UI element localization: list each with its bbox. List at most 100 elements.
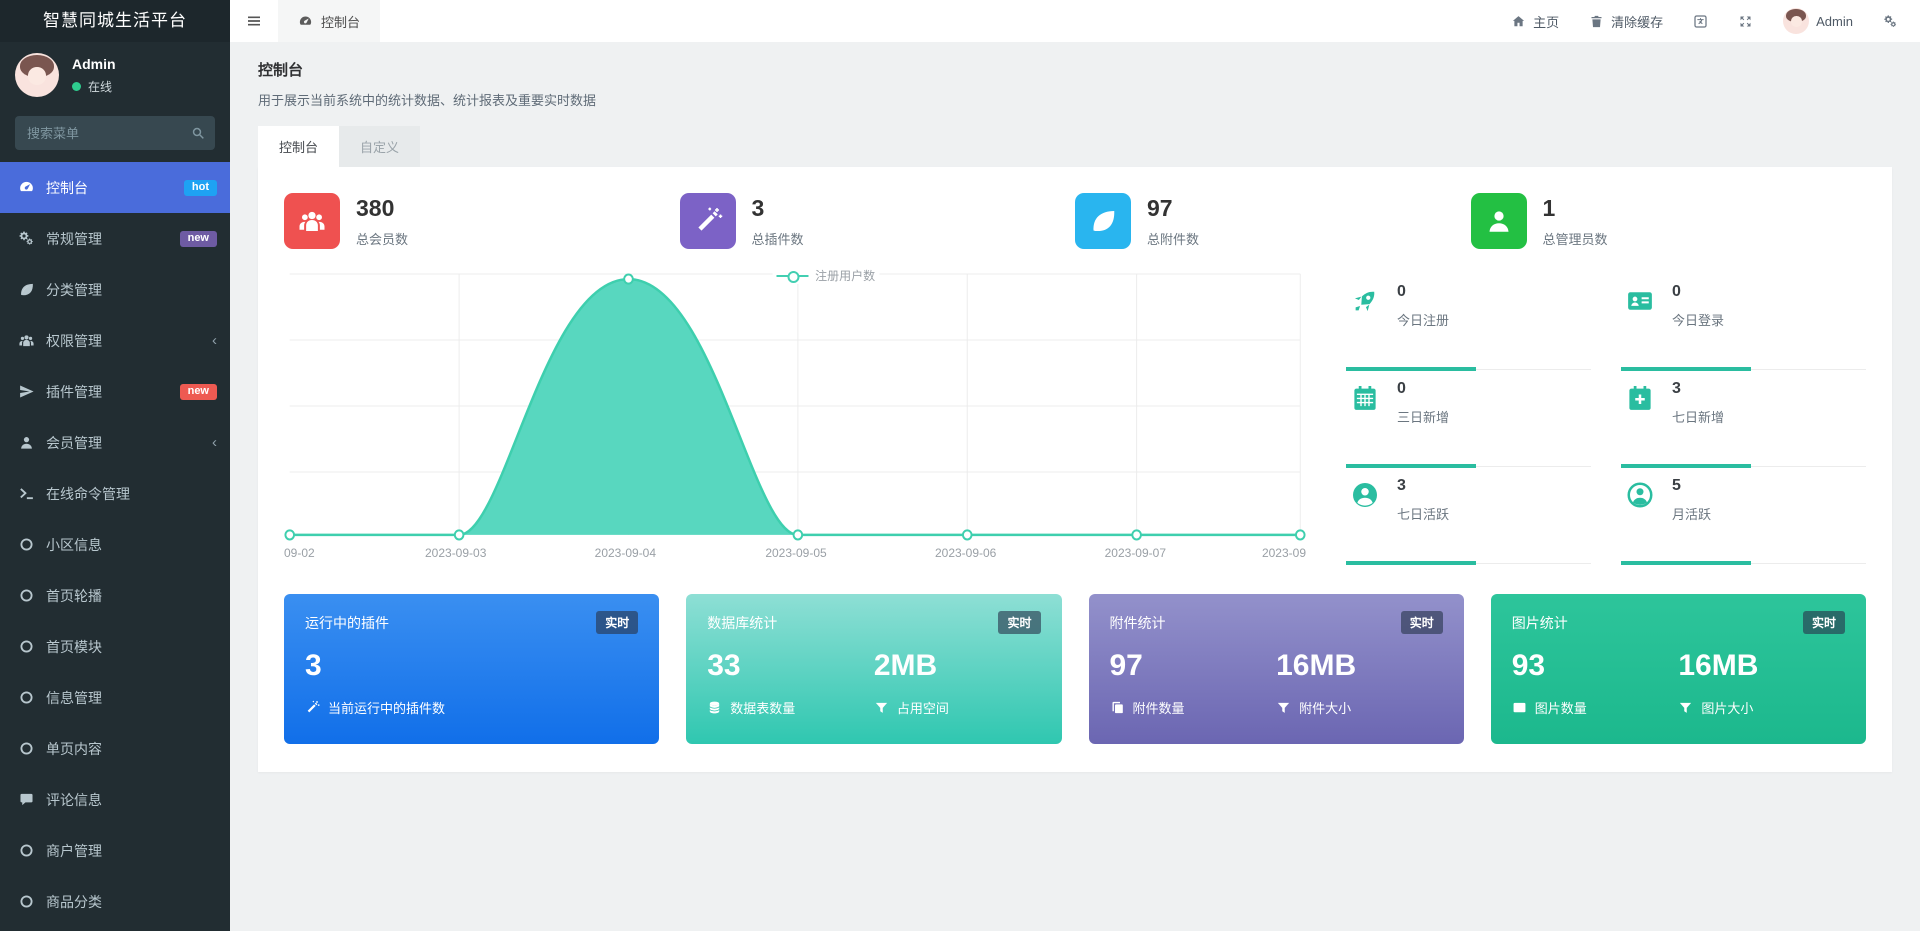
sidebar-item-home-modules[interactable]: 首页模块 [0,621,230,672]
card-value-label: 当前运行中的插件数 [328,698,445,717]
sidebar-search [15,116,215,150]
card-running-plugins: 运行中的插件 实时 3 当前运行中的插件数 [284,594,659,744]
sidebar-item-label: 小区信息 [46,535,102,555]
stat-label: 总附件数 [1147,229,1199,248]
user-menu[interactable]: Admin [1783,8,1853,34]
search-input[interactable] [15,116,215,150]
chart-legend[interactable]: 注册用户数 [772,267,879,284]
card-value-label: 数据表数量 [730,698,795,717]
app-title: 智慧同城生活平台 [0,0,230,42]
sidebar-item-community-info[interactable]: 小区信息 [0,519,230,570]
chevron-left-icon: ‹ [212,332,217,349]
leaf-icon [18,281,35,298]
sidebar-item-comment-info[interactable]: 评论信息 [0,774,230,825]
sidebar-item-label: 信息管理 [46,688,102,708]
sidebar: 智慧同城生活平台 Admin 在线 控制台 hot 常规管理 new 分类管理 [0,0,230,931]
sidebar-item-category-management[interactable]: 分类管理 [0,264,230,315]
realtime-badge: 实时 [998,611,1040,634]
search-icon[interactable] [190,125,206,141]
tile-value: 3 [1397,477,1449,495]
settings-gears-icon [1883,14,1898,29]
card-value-label: 图片大小 [1701,698,1753,717]
language-button[interactable] [1693,14,1708,29]
stat-label: 总会员数 [356,229,408,248]
tile-label: 月活跃 [1672,504,1711,523]
tile-value: 0 [1397,380,1449,398]
user-icon [18,434,35,451]
tab-label: 控制台 [321,12,360,31]
user-status: 在线 [72,78,116,95]
card-value: 3 [305,649,638,683]
home-link[interactable]: 主页 [1511,12,1559,31]
sidebar-item-label: 首页模块 [46,637,102,657]
x-tick: 2023-09-06 [935,546,996,560]
sidebar-nav: 控制台 hot 常规管理 new 分类管理 权限管理 ‹ 插件管理 new 会员… [0,162,230,927]
image-icon [1512,700,1527,715]
fullscreen-icon [1738,14,1753,29]
tile-today-logins: 0 今日登录 [1621,273,1866,370]
fullscreen-button[interactable] [1738,14,1753,29]
x-tick: 2023-09-07 [1105,546,1166,560]
clear-cache-button[interactable]: 清除缓存 [1589,12,1663,31]
registered-users-chart: 注册用户数 [284,273,1306,564]
sidebar-item-merchant-management[interactable]: 商户管理 [0,825,230,876]
calendar-icon [1350,380,1382,426]
card-value-label: 附件数量 [1133,698,1185,717]
sidebar-item-label: 权限管理 [46,331,102,351]
sidebar-item-label: 控制台 [46,178,88,198]
card-value: 33 [707,649,874,683]
stat-value: 97 [1147,195,1199,222]
tile-seven-day-new: 3 七日新增 [1621,370,1866,467]
sidebar-item-product-category[interactable]: 商品分类 [0,876,230,927]
avatar[interactable] [15,53,59,97]
realtime-badge: 实时 [596,611,638,634]
funnel-icon [874,700,889,715]
tile-today-registered: 0 今日注册 [1346,273,1591,370]
sidebar-item-label: 商品分类 [46,892,102,912]
dashboard-panel: 380 总会员数 3 总插件数 97 总附件数 [258,167,1892,772]
hamburger-menu-icon[interactable] [230,0,278,42]
sidebar-item-online-command[interactable]: 在线命令管理 [0,468,230,519]
stats-row: 380 总会员数 3 总插件数 97 总附件数 [284,193,1866,249]
tile-seven-day-active: 3 七日活跃 [1346,467,1591,564]
new-badge: new [180,384,217,400]
sidebar-item-general-management[interactable]: 常规管理 new [0,213,230,264]
rocket-icon [1350,283,1382,329]
stat-value: 3 [752,195,804,222]
sidebar-item-info-management[interactable]: 信息管理 [0,672,230,723]
realtime-badge: 实时 [1803,611,1845,634]
stat-label: 总插件数 [752,229,804,248]
content-tabs: 控制台 自定义 [258,126,1892,167]
avatar [1783,8,1809,34]
user-panel: Admin 在线 [0,42,230,108]
settings-button[interactable] [1883,14,1898,29]
username-label: Admin [1816,14,1853,29]
circle-icon [18,740,35,757]
comment-icon [18,791,35,808]
sidebar-item-label: 分类管理 [46,280,102,300]
database-icon [707,700,722,715]
sidebar-item-label: 插件管理 [46,382,102,402]
clear-cache-label: 清除缓存 [1611,12,1663,31]
sidebar-item-member-management[interactable]: 会员管理 ‹ [0,417,230,468]
x-tick: 09-02 [284,546,315,560]
stat-total-members: 380 总会员数 [284,193,680,249]
realtime-badge: 实时 [1401,611,1443,634]
id-card-icon [1625,283,1657,329]
sidebar-item-permission-management[interactable]: 权限管理 ‹ [0,315,230,366]
chevron-left-icon: ‹ [212,434,217,451]
sidebar-item-label: 会员管理 [46,433,102,453]
sidebar-item-dashboard[interactable]: 控制台 hot [0,162,230,213]
sidebar-item-plugin-management[interactable]: 插件管理 new [0,366,230,417]
circle-icon [18,842,35,859]
sidebar-item-single-page-content[interactable]: 单页内容 [0,723,230,774]
tab-custom[interactable]: 自定义 [339,126,420,167]
circle-icon [18,587,35,604]
tab-console[interactable]: 控制台 [258,126,339,167]
legend-label: 注册用户数 [815,267,875,284]
card-title: 图片统计 [1512,613,1568,633]
tab-dashboard[interactable]: 控制台 [278,0,380,42]
home-label: 主页 [1533,12,1559,31]
tile-three-day-new: 0 三日新增 [1346,370,1591,467]
sidebar-item-home-carousel[interactable]: 首页轮播 [0,570,230,621]
